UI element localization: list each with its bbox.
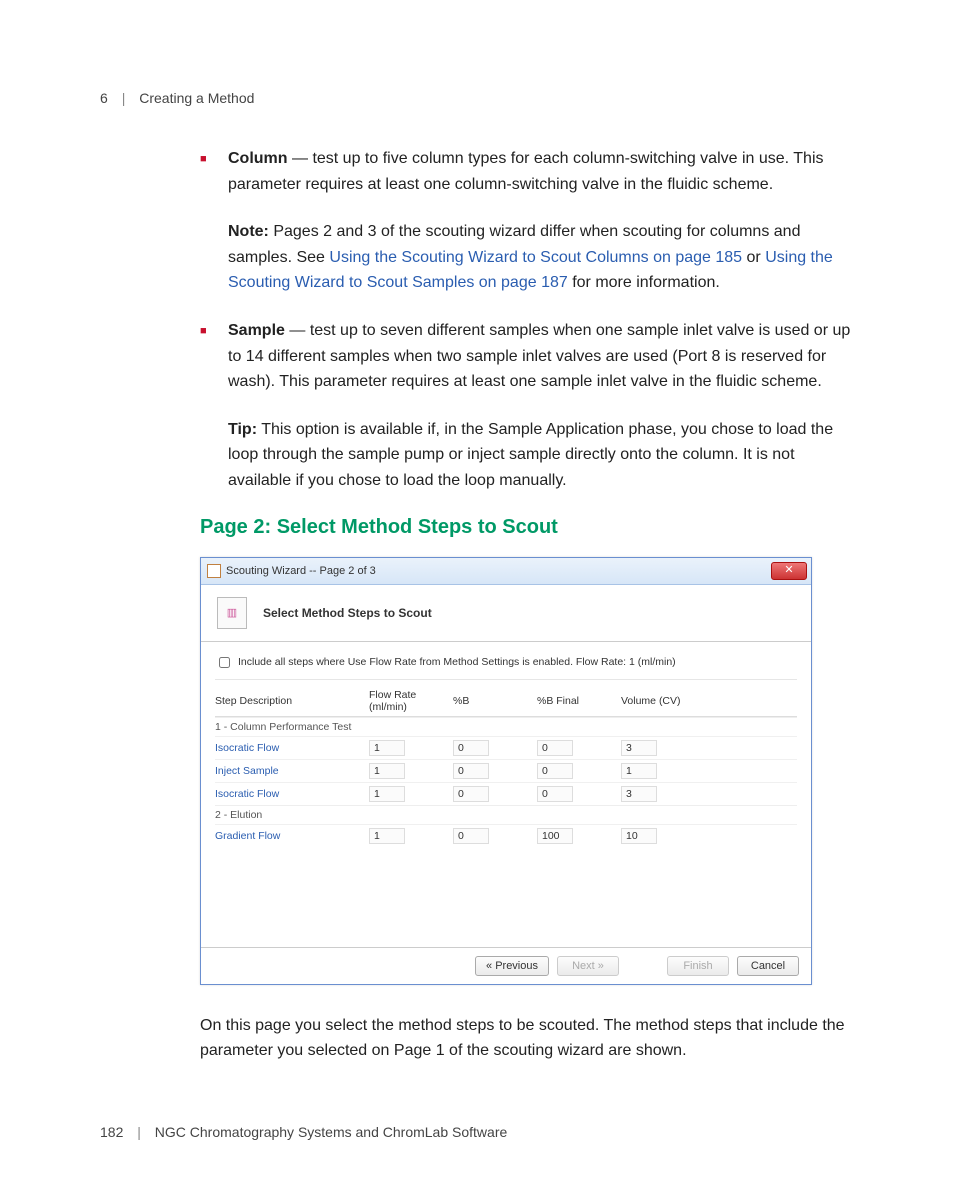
chapter-number: 6 [100, 90, 108, 106]
step-description[interactable]: Inject Sample [215, 765, 365, 777]
percent-b-final-cell[interactable]: 0 [537, 740, 573, 756]
table-row[interactable]: Isocratic Flow 1 0 0 3 [215, 782, 797, 805]
table-spacer [215, 847, 797, 937]
note-label: Note: [228, 223, 269, 240]
volume-cell[interactable]: 1 [621, 763, 657, 779]
tip-body: This option is available if, in the Samp… [228, 421, 833, 489]
wizard-dialog: Scouting Wizard -- Page 2 of 3 ✕ ▥ Selec… [200, 557, 812, 985]
include-all-steps-row[interactable]: Include all steps where Use Flow Rate fr… [215, 650, 797, 680]
page-icon: ▥ [217, 597, 247, 629]
wizard-body: Include all steps where Use Flow Rate fr… [201, 642, 811, 947]
tip-paragraph: Tip: This option is available if, in the… [228, 417, 854, 494]
col-flow-rate: Flow Rate (ml/min) [369, 689, 449, 713]
bullet-marker-icon: ■ [200, 146, 228, 197]
col-percent-b-final: %B Final [537, 695, 617, 707]
note-paragraph: Note: Pages 2 and 3 of the scouting wiza… [228, 219, 854, 296]
table-row[interactable]: Gradient Flow 1 0 100 10 [215, 824, 797, 847]
doc-title: NGC Chromatography Systems and ChromLab … [155, 1124, 507, 1140]
page-number: 182 [100, 1124, 123, 1140]
wizard-header: ▥ Select Method Steps to Scout [201, 585, 811, 642]
col-percent-b: %B [453, 695, 533, 707]
wizard-titlebar: Scouting Wizard -- Page 2 of 3 ✕ [201, 558, 811, 585]
table-row[interactable]: Isocratic Flow 1 0 0 3 [215, 736, 797, 759]
percent-b-cell[interactable]: 0 [453, 828, 489, 844]
include-all-steps-label: Include all steps where Use Flow Rate fr… [238, 656, 676, 668]
step-description[interactable]: Gradient Flow [215, 830, 365, 842]
header-separator: | [122, 90, 126, 106]
volume-cell[interactable]: 10 [621, 828, 657, 844]
previous-button[interactable]: « Previous [475, 956, 549, 976]
steps-table: Step Description Flow Rate (ml/min) %B %… [215, 686, 797, 937]
close-icon[interactable]: ✕ [771, 562, 807, 580]
page-footer: 182 | NGC Chromatography Systems and Chr… [100, 1124, 854, 1140]
include-all-steps-checkbox[interactable] [219, 657, 230, 668]
flow-rate-cell[interactable]: 1 [369, 828, 405, 844]
sample-body: — test up to seven different samples whe… [228, 322, 850, 390]
percent-b-final-cell[interactable]: 0 [537, 786, 573, 802]
percent-b-cell[interactable]: 0 [453, 740, 489, 756]
link-scout-columns[interactable]: Using the Scouting Wizard to Scout Colum… [329, 249, 742, 266]
flow-rate-cell[interactable]: 1 [369, 786, 405, 802]
note-text-3: for more information. [568, 274, 720, 291]
next-button[interactable]: Next » [557, 956, 619, 976]
chapter-title: Creating a Method [139, 90, 254, 106]
wizard-title: Scouting Wizard -- Page 2 of 3 [226, 565, 376, 577]
table-header: Step Description Flow Rate (ml/min) %B %… [215, 686, 797, 717]
volume-cell[interactable]: 3 [621, 786, 657, 802]
page-header: 6 | Creating a Method [100, 90, 854, 106]
table-row[interactable]: Inject Sample 1 0 0 1 [215, 759, 797, 782]
footer-separator: | [137, 1124, 141, 1140]
wizard-footer: « Previous Next » Finish Cancel [201, 947, 811, 984]
finish-button[interactable]: Finish [667, 956, 729, 976]
percent-b-final-cell[interactable]: 100 [537, 828, 573, 844]
column-label: Column [228, 150, 288, 167]
trailing-paragraph: On this page you select the method steps… [200, 1013, 854, 1064]
step-description[interactable]: Isocratic Flow [215, 742, 365, 754]
step-description[interactable]: Isocratic Flow [215, 788, 365, 800]
percent-b-final-cell[interactable]: 0 [537, 763, 573, 779]
cancel-button[interactable]: Cancel [737, 956, 799, 976]
group-header: 1 - Column Performance Test [215, 717, 797, 736]
volume-cell[interactable]: 3 [621, 740, 657, 756]
column-body: — test up to five column types for each … [228, 150, 824, 193]
flow-rate-cell[interactable]: 1 [369, 763, 405, 779]
app-icon [207, 564, 221, 578]
section-heading: Page 2: Select Method Steps to Scout [200, 516, 854, 539]
content-column: ■ Column — test up to five column types … [200, 146, 854, 1064]
flow-rate-cell[interactable]: 1 [369, 740, 405, 756]
sample-label: Sample [228, 322, 285, 339]
wizard-heading: Select Method Steps to Scout [263, 606, 432, 620]
col-step-description: Step Description [215, 695, 365, 707]
group-header: 2 - Elution [215, 805, 797, 824]
note-text-2: or [742, 249, 765, 266]
bullet-column: ■ Column — test up to five column types … [200, 146, 854, 197]
tip-label: Tip: [228, 421, 257, 438]
percent-b-cell[interactable]: 0 [453, 786, 489, 802]
bullet-marker-icon: ■ [200, 318, 228, 395]
col-volume-cv: Volume (CV) [621, 695, 701, 707]
percent-b-cell[interactable]: 0 [453, 763, 489, 779]
bullet-sample: ■ Sample — test up to seven different sa… [200, 318, 854, 395]
